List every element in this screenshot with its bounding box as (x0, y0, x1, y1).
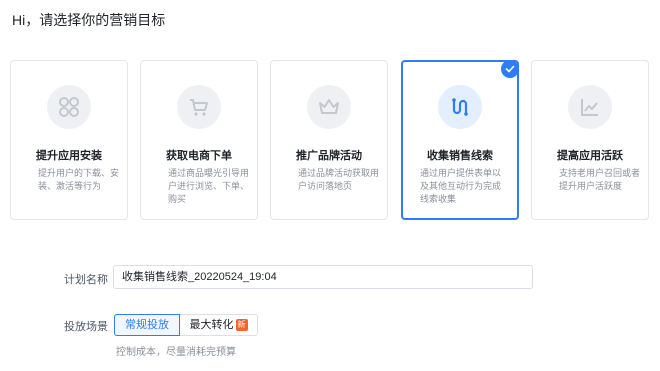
goal-card-label: 提高应用活跃 (557, 150, 623, 162)
scene-label: 投放场景 (64, 321, 108, 333)
new-badge: 新 (235, 319, 248, 331)
page-title: Hi，请选择你的营销目标 (12, 12, 166, 28)
goal-card-label: 提升应用安装 (36, 150, 102, 162)
goal-card-desc: 通过商品曝光引导用户进行浏览、下单、购买 (168, 168, 250, 204)
goal-card-sales-leads[interactable]: 收集销售线索 通过用户提供表单以及其他互动行为完成线索收集 (401, 60, 519, 220)
goal-card-desc: 通过品牌活动获取用户访问落地页 (298, 168, 380, 191)
route-icon (438, 85, 482, 129)
goal-card-app-install[interactable]: 提升应用安装 提升用户的下载、安装、激活等行为 (10, 60, 128, 220)
goal-card-brand[interactable]: 推广品牌活动 通过品牌活动获取用户访问落地页 (270, 60, 388, 220)
trend-chart-icon (568, 85, 612, 129)
goal-card-desc: 通过用户提供表单以及其他互动行为完成线索收集 (420, 168, 502, 204)
shopping-cart-icon (177, 85, 221, 129)
scene-option-regular[interactable]: 常规投放 (114, 314, 180, 336)
scene-option-max-conversion[interactable]: 最大转化新 (180, 314, 258, 336)
scene-option-label: 常规投放 (125, 319, 169, 331)
goal-card-app-active[interactable]: 提高应用活跃 支持老用户召回或者提升用户活跃度 (531, 60, 649, 220)
plan-name-input[interactable]: 收集销售线索_20220524_19:04 (113, 265, 533, 289)
goal-card-desc: 支持老用户召回或者提升用户活跃度 (559, 168, 641, 191)
goal-card-label: 收集销售线索 (427, 150, 493, 162)
apps-grid-icon (47, 85, 91, 129)
scene-hint: 控制成本，尽量消耗完预算 (116, 347, 236, 358)
checkmark-icon (501, 60, 519, 78)
goal-card-ecommerce[interactable]: 获取电商下单 通过商品曝光引导用户进行浏览、下单、购买 (140, 60, 258, 220)
goal-card-desc: 提升用户的下载、安装、激活等行为 (38, 168, 120, 191)
crown-icon (307, 85, 351, 129)
scene-option-label: 最大转化 (189, 319, 234, 331)
goal-card-label: 推广品牌活动 (296, 150, 362, 162)
goal-card-label: 获取电商下单 (166, 150, 232, 162)
plan-name-label: 计划名称 (64, 274, 108, 286)
